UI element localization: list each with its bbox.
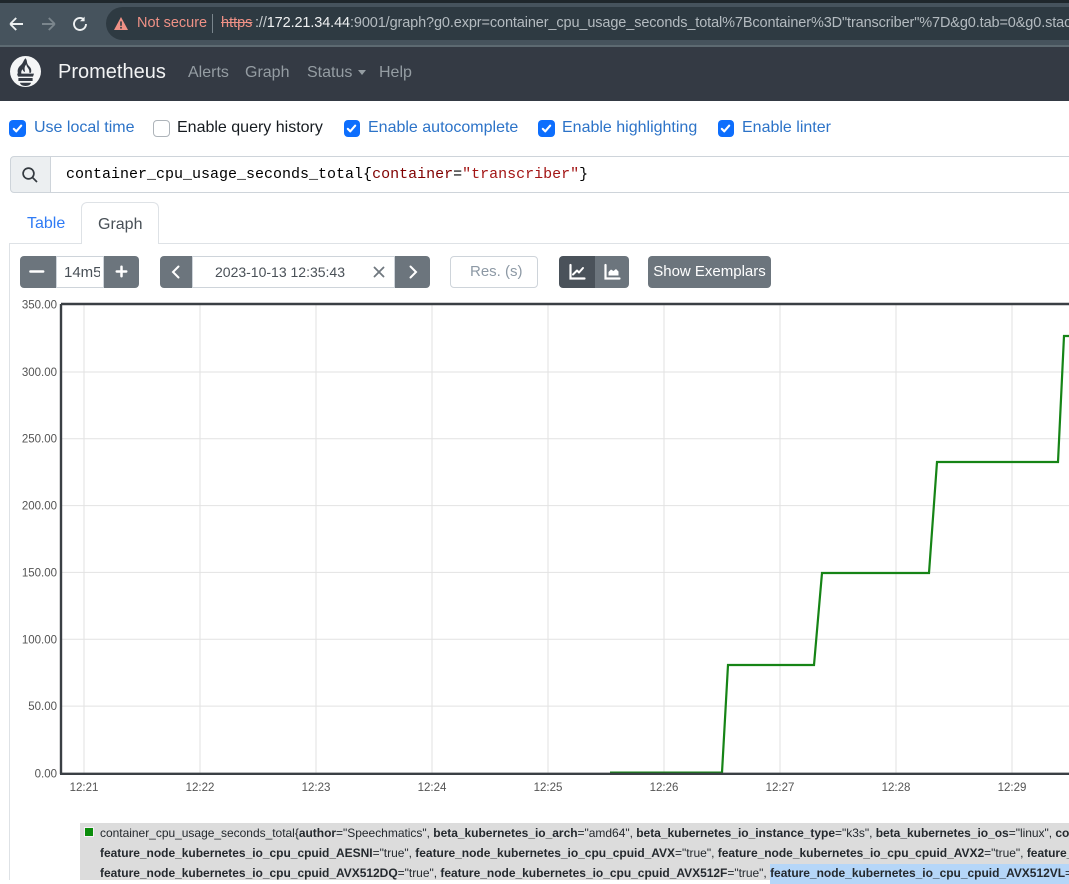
svg-text:150.00: 150.00 [22, 567, 57, 579]
svg-text:12:28: 12:28 [882, 782, 911, 794]
svg-text:200.00: 200.00 [22, 501, 57, 513]
svg-text:100.00: 100.00 [22, 634, 57, 646]
svg-text:50.00: 50.00 [28, 701, 57, 713]
svg-text:12:24: 12:24 [418, 782, 447, 794]
svg-text:12:29: 12:29 [998, 782, 1027, 794]
svg-text:12:21: 12:21 [70, 782, 99, 794]
svg-text:300.00: 300.00 [22, 367, 57, 379]
svg-text:350.00: 350.00 [22, 300, 57, 312]
svg-text:12:22: 12:22 [186, 782, 215, 794]
svg-text:250.00: 250.00 [22, 434, 57, 446]
svg-text:0.00: 0.00 [35, 769, 57, 781]
svg-text:12:23: 12:23 [302, 782, 331, 794]
svg-text:12:25: 12:25 [534, 782, 563, 794]
svg-text:12:27: 12:27 [766, 782, 795, 794]
svg-text:12:26: 12:26 [650, 782, 679, 794]
